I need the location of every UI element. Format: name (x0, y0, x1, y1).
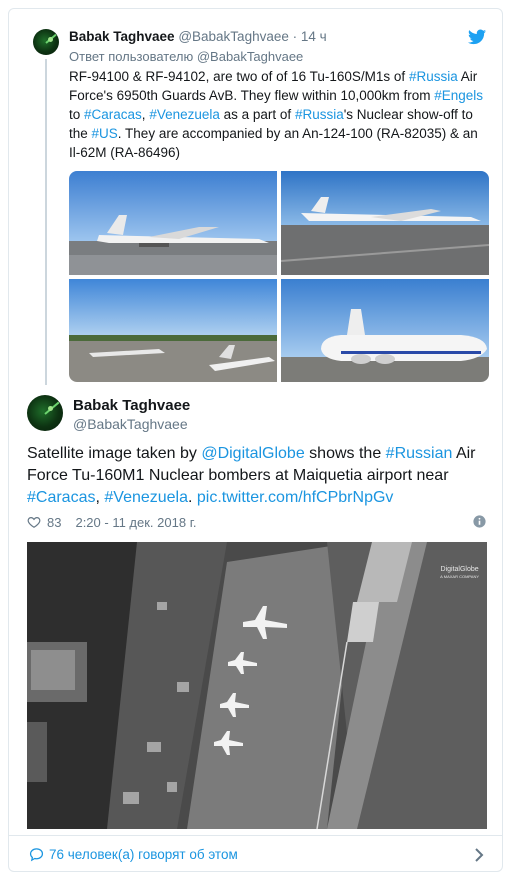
embedded-tweet-card: Babak Taghvaee @BabakTaghvaee · 14 ч Отв… (8, 8, 503, 872)
hashtag-link[interactable]: #Caracas (84, 107, 142, 122)
chevron-right-icon[interactable] (474, 847, 484, 863)
hashtag-link[interactable]: #Russia (295, 107, 344, 122)
main-author-avatar[interactable] (27, 395, 63, 431)
like-count[interactable]: 83 (47, 515, 61, 530)
author-avatar[interactable] (33, 29, 59, 55)
photo-grid (69, 171, 489, 382)
author-name[interactable]: Babak Taghvaee (69, 29, 175, 44)
talking-count[interactable]: 76 человек(а) говорят об этом (49, 847, 238, 862)
tweet-text-segment: as a part of (219, 107, 295, 122)
photo-apron[interactable] (69, 279, 277, 382)
hashtag-link[interactable]: #Venezuela (104, 489, 188, 506)
info-icon[interactable] (473, 515, 486, 528)
tweet-text-segment: RF-94100 & RF-94102, are two of of 16 Tu… (69, 69, 409, 84)
watermark-name: DigitalGlobe (440, 566, 479, 573)
reply-handle[interactable]: @BabakTaghvaee (197, 49, 303, 64)
tweet-text-segment: . (188, 489, 197, 506)
photo-bomber-2[interactable] (281, 171, 489, 275)
tweet-timestamp[interactable]: 2:20 - 11 дек. 2018 г. (75, 515, 196, 530)
parent-tweet[interactable]: Babak Taghvaee @BabakTaghvaee · 14 ч Отв… (9, 9, 502, 390)
tweet-text-segment: to (69, 107, 85, 122)
twitter-bird-icon[interactable] (468, 29, 486, 45)
photo-bomber-1[interactable] (69, 171, 277, 275)
reply-to-line: Ответ пользователю @BabakTaghvaee (69, 49, 303, 64)
tweet-time[interactable]: 14 ч (301, 29, 327, 44)
satellite-watermark: DigitalGlobe A MAXAR COMPANY (440, 566, 479, 579)
watermark-sub: A MAXAR COMPANY (440, 574, 479, 579)
conversation-footer[interactable]: 76 человек(а) говорят об этом (9, 835, 502, 871)
main-author-name[interactable]: Babak Taghvaee (73, 397, 190, 414)
tweet-text-segment: Satellite image taken by (27, 445, 202, 462)
hashtag-link[interactable]: pic.twitter.com/hfCPbrNpGv (197, 489, 394, 506)
hashtag-link[interactable]: @DigitalGlobe (201, 445, 304, 462)
tweet-meta: 83 2:20 - 11 дек. 2018 г. (27, 513, 196, 531)
main-tweet-text: Satellite image taken by @DigitalGlobe s… (27, 443, 497, 509)
reply-prefix: Ответ пользователю (69, 49, 197, 64)
heart-icon[interactable] (27, 515, 41, 529)
main-author-handle[interactable]: @BabakTaghvaee (73, 416, 188, 432)
hashtag-link[interactable]: #Russian (386, 445, 453, 462)
hashtag-link[interactable]: #Russia (409, 69, 458, 84)
tweet-text-segment: . They are accompanied by an An-124-100 … (69, 126, 478, 160)
hashtag-link[interactable]: #Engels (434, 88, 483, 103)
satellite-image[interactable]: DigitalGlobe A MAXAR COMPANY (27, 542, 487, 829)
hashtag-link[interactable]: #US (92, 126, 118, 141)
parent-tweet-text: RF-94100 & RF-94102, are two of of 16 Tu… (69, 67, 489, 162)
speech-bubble-icon (29, 848, 44, 862)
thread-connector (45, 59, 47, 385)
photo-an124[interactable] (281, 279, 489, 382)
separator: · (292, 29, 298, 44)
hashtag-link[interactable]: #Venezuela (149, 107, 220, 122)
author-handle[interactable]: @BabakTaghvaee (178, 29, 289, 44)
hashtag-link[interactable]: #Caracas (27, 489, 95, 506)
tweet-text-segment: shows the (304, 445, 386, 462)
parent-tweet-header: Babak Taghvaee @BabakTaghvaee · 14 ч (69, 29, 327, 44)
